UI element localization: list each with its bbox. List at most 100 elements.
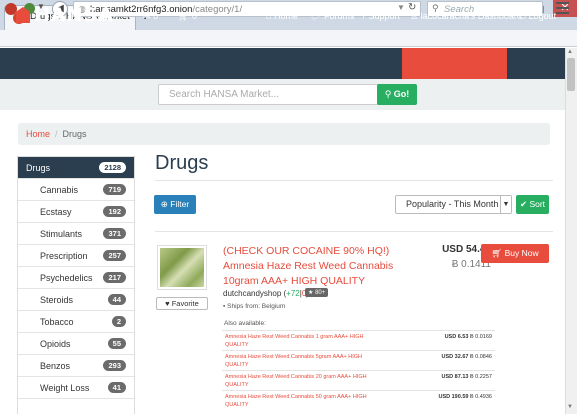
browser-menu-icon[interactable]: [556, 2, 569, 14]
also-available-row[interactable]: Amnesia Haze Rest Weed Cannabis 1 gram A…: [222, 330, 495, 350]
listing-thumbnail[interactable]: [157, 245, 207, 290]
nav-forums[interactable]: 💬︎ Forums: [310, 11, 354, 22]
also-available-row[interactable]: Amnesia Haze Rest Weed Cannabis 50 gram …: [222, 390, 495, 410]
site-search-placeholder: Search HANSA Market...: [169, 89, 280, 100]
sidebar-item-weight-loss[interactable]: Weight Loss 41: [18, 377, 134, 399]
scroll-up-icon[interactable]: ▲: [567, 49, 573, 55]
sidebar-item-ecstasy[interactable]: Ecstasy 192: [18, 201, 134, 223]
also-available-row[interactable]: Amnesia Haze Rest Weed Cannabis 5gram AA…: [222, 350, 495, 370]
nav-logout[interactable]: ⏻ Logout: [519, 11, 556, 22]
sidebar-item-count: 41: [107, 382, 126, 393]
url-path: /category/1/: [192, 4, 243, 15]
user-icon: ♙: [410, 11, 419, 21]
sidebar-item-label: Prescription: [40, 251, 88, 261]
sidebar-item-drugs[interactable]: Drugs 2128: [18, 157, 134, 179]
scroll-down-icon[interactable]: ▼: [567, 404, 573, 410]
buy-now-button[interactable]: 🛒︎ Buy Now: [481, 244, 549, 263]
sidebar-item-steroids[interactable]: Steroids 44: [18, 289, 134, 311]
sidebar-item-opioids[interactable]: Opioids 55: [18, 333, 134, 355]
sidebar-item-label: Opioids: [40, 339, 71, 349]
sidebar-item-label: Benzos: [40, 361, 71, 371]
cart-count: 0: [191, 11, 197, 21]
sidebar-item-count: 44: [107, 294, 126, 305]
ships-from-label: Ships from: Belgium: [227, 303, 286, 310]
sort-label: Sort: [529, 199, 546, 209]
also-available-name[interactable]: Amnesia Haze Rest Weed Cannabis 20 gram …: [225, 373, 380, 389]
search-icon: ⚲: [384, 89, 392, 99]
favorite-button[interactable]: ♥ Favorite: [156, 297, 208, 310]
scrollbar-thumb[interactable]: [567, 58, 575, 91]
power-icon: ⏻: [519, 11, 527, 21]
cart-icon: 🛒︎: [178, 11, 190, 21]
vendor-badge-label: 80+: [315, 290, 326, 296]
bell-icon: 🔔︎: [96, 11, 108, 21]
sidebar-item-count: 192: [103, 206, 126, 217]
nav-home-label: Home: [273, 11, 298, 21]
also-available-row[interactable]: Amnesia Haze Rest Weed Cannabis 20 gram …: [222, 370, 495, 390]
dashboard-button[interactable]: [402, 48, 507, 79]
ships-from: ▪ Ships from: Belgium: [223, 303, 285, 310]
chevron-down-icon[interactable]: ▼: [500, 196, 511, 213]
sidebar-item-label: Weight Loss: [40, 383, 90, 393]
nav-support-label: Support: [368, 11, 401, 21]
also-available-price: USD 6.53 Ƀ 0.0169: [445, 334, 492, 340]
vendor-badge: ★ 80+: [305, 288, 329, 297]
truck-icon: ▪: [223, 303, 226, 310]
also-available-btc: Ƀ 0.0846: [469, 354, 492, 360]
nav-forums-label: Forums: [323, 11, 355, 21]
sidebar-item-psychedelics[interactable]: Psychedelics 217: [18, 267, 134, 289]
messages-count: 0: [153, 11, 159, 21]
vendor-name[interactable]: dutchcandyshop: [223, 289, 281, 298]
also-available-btc: Ƀ 0.2257: [469, 374, 492, 380]
page-scrollbar[interactable]: [565, 48, 577, 414]
nav-dashboard[interactable]: ♙ lacocaracha's Dashboard: [410, 11, 522, 22]
sidebar-item-count: 257: [103, 250, 126, 261]
category-sidebar: Drugs 2128 Cannabis 719 Ecstasy 192 Stimula…: [17, 156, 135, 414]
also-available-name[interactable]: Amnesia Haze Rest Weed Cannabis 1 gram A…: [225, 333, 380, 349]
page-title: Drugs: [155, 152, 209, 174]
notifications-link[interactable]: 🔔︎ 0: [96, 11, 115, 22]
messages-link[interactable]: ✉ 0: [143, 11, 158, 22]
also-available-usd: USD 32.67: [441, 354, 469, 360]
breadcrumb-separator: /: [55, 129, 58, 139]
shield-icon[interactable]: [5, 3, 17, 15]
nav-logout-label: Logout: [528, 11, 557, 21]
sidebar-item-stimulants[interactable]: Stimulants 371: [18, 223, 134, 245]
star-icon: ★: [308, 290, 314, 296]
question-icon: ?: [361, 11, 367, 21]
sidebar-item-prescription[interactable]: Prescription 257: [18, 245, 134, 267]
sidebar-item-tobacco[interactable]: Tobacco 2: [18, 311, 134, 333]
sidebar-item-cannabis[interactable]: Cannabis 719: [18, 179, 134, 201]
filter-button[interactable]: ⊕ Filter: [154, 195, 196, 214]
also-available-usd: USD 190.59: [438, 394, 469, 400]
nav-support[interactable]: ? Support: [361, 11, 400, 21]
sidebar-item-benzos[interactable]: Benzos 293: [18, 355, 134, 377]
site-search-input[interactable]: Search HANSA Market...: [158, 84, 380, 105]
also-available-name[interactable]: Amnesia Haze Rest Weed Cannabis 5gram AA…: [225, 353, 380, 369]
also-available-btc: Ƀ 0.4936: [469, 394, 492, 400]
breadcrumb-current: Drugs: [62, 129, 87, 139]
favorite-label: Favorite: [171, 299, 199, 308]
filter-label: Filter: [170, 199, 190, 209]
nav-home[interactable]: ⌂ Home: [266, 11, 298, 21]
divider: [155, 180, 553, 181]
also-available-price: USD 190.59 Ƀ 0.4936: [438, 394, 492, 400]
cart-link[interactable]: 🛒︎ 0: [178, 11, 197, 22]
breadcrumb-home[interactable]: Home: [26, 129, 50, 139]
search-go-label: Go!: [393, 89, 410, 99]
search-go-button[interactable]: ⚲ Go!: [377, 84, 417, 105]
check-circle-icon: ✔: [519, 199, 528, 209]
also-available-name[interactable]: Amnesia Haze Rest Weed Cannabis 50 gram …: [225, 393, 380, 409]
comments-icon: 💬︎: [310, 11, 322, 21]
sort-button[interactable]: ✔ Sort: [516, 195, 549, 214]
also-available-price: USD 87.13 Ƀ 0.2257: [442, 374, 492, 380]
divider: [155, 231, 553, 232]
also-available-btc: Ƀ 0.0169: [469, 334, 492, 340]
breadcrumb: Home / Drugs: [18, 123, 550, 145]
listing-title[interactable]: (CHECK OUR COCAINE 90% HQ!) Amnesia Haze…: [223, 244, 398, 289]
sidebar-item-label: Drugs: [26, 163, 51, 173]
sidebar-item-count: 2: [111, 316, 126, 327]
sort-select[interactable]: Popularity - This Month: [395, 195, 512, 214]
sidebar-item-label: Cannabis: [40, 185, 79, 195]
sidebar-item-label: Stimulants: [40, 229, 83, 239]
